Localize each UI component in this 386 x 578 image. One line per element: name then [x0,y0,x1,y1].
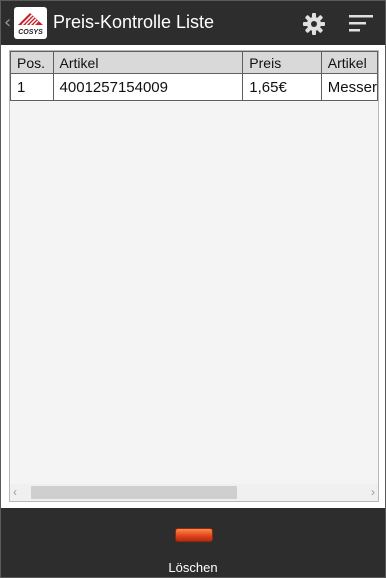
delete-button[interactable] [175,528,213,542]
page-title: Preis-Kontrolle Liste [53,12,215,32]
cell-preis: 1,65€ [242,73,322,101]
chevron-left-icon[interactable]: ‹ [4,12,11,33]
column-header-artikel-2[interactable]: Artikel [320,51,378,74]
scroll-left-icon[interactable]: ‹ [13,484,17,501]
bottom-toolbar: Löschen [1,508,385,577]
column-header-artikel[interactable]: Artikel [52,51,244,74]
app-window: ‹ COSYS Preis-Kontrolle Liste Pos. Artik… [0,0,386,578]
scrollbar-thumb[interactable] [31,486,237,499]
table-row[interactable]: 1 4001257154009 1,65€ Messer [10,73,378,101]
column-header-pos[interactable]: Pos. [10,51,54,74]
cosys-logo[interactable]: COSYS [14,7,47,39]
cell-artikel-2: Messer [320,73,378,101]
sort-menu-icon[interactable] [348,13,374,33]
data-table: Pos. Artikel Preis Artikel 1 40012571540… [10,51,378,101]
price-check-list[interactable]: Pos. Artikel Preis Artikel 1 40012571540… [9,50,379,502]
logo-text: COSYS [18,29,43,36]
horizontal-scrollbar[interactable]: ‹ › [10,484,378,501]
delete-button-label[interactable]: Löschen [1,560,385,575]
scroll-right-icon[interactable]: › [371,484,375,501]
gear-icon[interactable] [302,12,326,36]
header-bar: ‹ COSYS Preis-Kontrolle Liste [1,1,385,45]
cell-artikel: 4001257154009 [52,73,244,101]
cell-pos: 1 [10,73,54,101]
table-header-row: Pos. Artikel Preis Artikel [10,51,378,74]
column-header-preis[interactable]: Preis [242,51,322,74]
